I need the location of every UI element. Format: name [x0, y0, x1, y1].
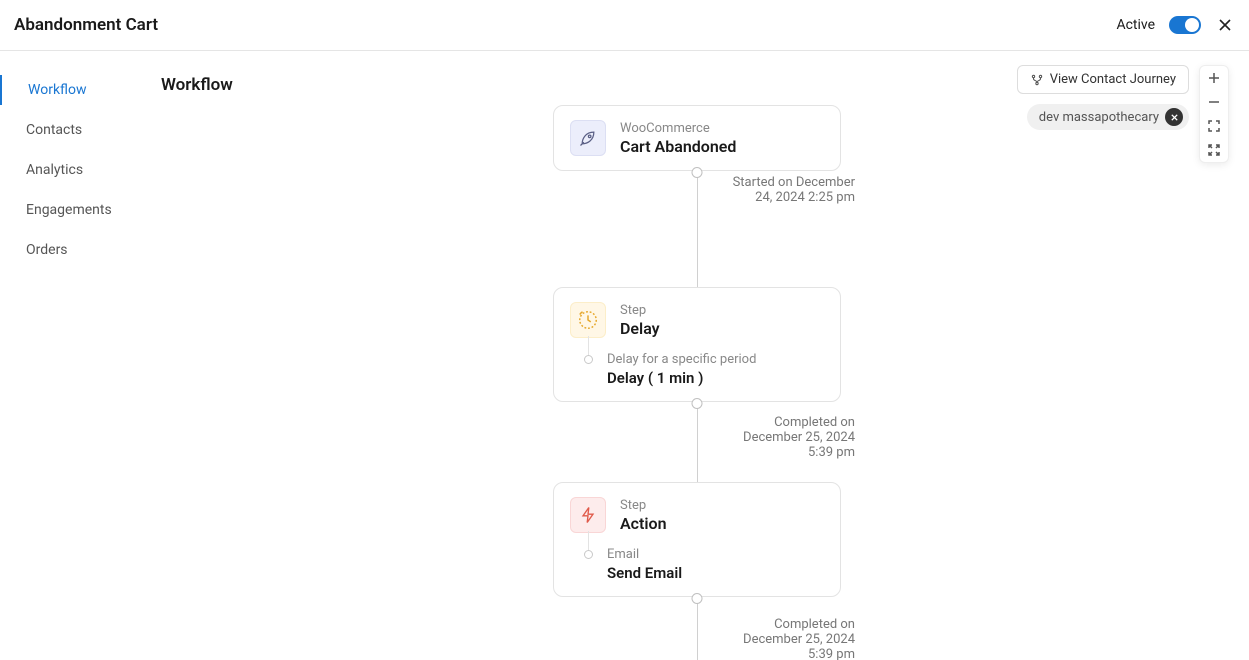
- header: Abandonment Cart Active: [0, 0, 1249, 51]
- close-icon: [1217, 17, 1233, 33]
- connector-dot-icon: [692, 593, 703, 604]
- contact-chip[interactable]: dev massapothecary: [1027, 104, 1189, 130]
- node-title: Action: [620, 514, 667, 533]
- node-timestamp: Completed on December 25, 2024 5:39 pm: [725, 617, 855, 660]
- sidebar-item-label: Engagements: [26, 202, 112, 218]
- sidebar-item-label: Orders: [26, 242, 68, 258]
- active-toggle[interactable]: [1169, 16, 1201, 34]
- button-label: View Contact Journey: [1050, 72, 1176, 87]
- node-category: Step: [620, 498, 667, 513]
- rocket-icon: [570, 120, 606, 156]
- workflow-node-delay[interactable]: Step Delay Delay for a specific period D…: [553, 287, 841, 402]
- sub-dot-icon: [584, 355, 593, 364]
- sidebar-item-analytics[interactable]: Analytics: [2, 155, 145, 185]
- node-timestamp: Started on December 24, 2024 2:25 pm: [725, 175, 855, 205]
- branch-icon: [1030, 73, 1044, 87]
- active-label: Active: [1116, 17, 1155, 33]
- sidebar-item-label: Contacts: [26, 122, 82, 138]
- zoom-in-button[interactable]: [1200, 66, 1228, 90]
- sidebar-item-orders[interactable]: Orders: [2, 235, 145, 265]
- node-title: Delay: [620, 319, 660, 338]
- sidebar-item-contacts[interactable]: Contacts: [2, 115, 145, 145]
- node-sub-category: Email: [607, 547, 824, 562]
- workflow-node-action[interactable]: Step Action Email Send Email: [553, 482, 841, 597]
- expand-icon: [1208, 144, 1220, 156]
- fit-icon: [1208, 120, 1220, 132]
- node-title: Cart Abandoned: [620, 137, 736, 156]
- node-sub-category: Delay for a specific period: [607, 352, 824, 367]
- sidebar-item-workflow[interactable]: Workflow: [0, 75, 145, 105]
- connector-dot-icon: [692, 167, 703, 178]
- connector: [697, 402, 698, 482]
- zoom-out-button[interactable]: [1200, 90, 1228, 114]
- fit-screen-button[interactable]: [1200, 114, 1228, 138]
- sidebar-item-label: Workflow: [28, 82, 87, 98]
- connector: [697, 597, 698, 660]
- fullscreen-button[interactable]: [1200, 138, 1228, 162]
- view-contact-journey-button[interactable]: View Contact Journey: [1017, 65, 1189, 94]
- chip-label: dev massapothecary: [1039, 110, 1159, 125]
- bolt-icon: [570, 497, 606, 533]
- connector: [697, 171, 698, 287]
- close-button[interactable]: [1215, 15, 1235, 35]
- node-category: WooCommerce: [620, 121, 736, 136]
- sidebar-item-engagements[interactable]: Engagements: [2, 195, 145, 225]
- page-title: Abandonment Cart: [14, 15, 158, 35]
- close-icon: [1170, 113, 1179, 122]
- node-sub-title: Delay ( 1 min ): [607, 369, 824, 387]
- node-category: Step: [620, 303, 660, 318]
- sub-dot-icon: [584, 550, 593, 559]
- clock-icon: [570, 302, 606, 338]
- node-sub-title: Send Email: [607, 564, 824, 582]
- plus-icon: [1208, 72, 1220, 84]
- node-timestamp: Completed on December 25, 2024 5:39 pm: [725, 415, 855, 460]
- zoom-panel: [1199, 65, 1229, 163]
- chip-remove-button[interactable]: [1165, 108, 1183, 126]
- minus-icon: [1208, 96, 1220, 108]
- workflow-node-trigger[interactable]: WooCommerce Cart Abandoned: [553, 105, 841, 171]
- header-actions: Active: [1116, 15, 1235, 35]
- canvas-controls: View Contact Journey dev massapothecary: [1017, 65, 1229, 163]
- connector-dot-icon: [692, 398, 703, 409]
- sidebar: Workflow Contacts Analytics Engagements …: [0, 51, 145, 660]
- sidebar-item-label: Analytics: [26, 162, 83, 178]
